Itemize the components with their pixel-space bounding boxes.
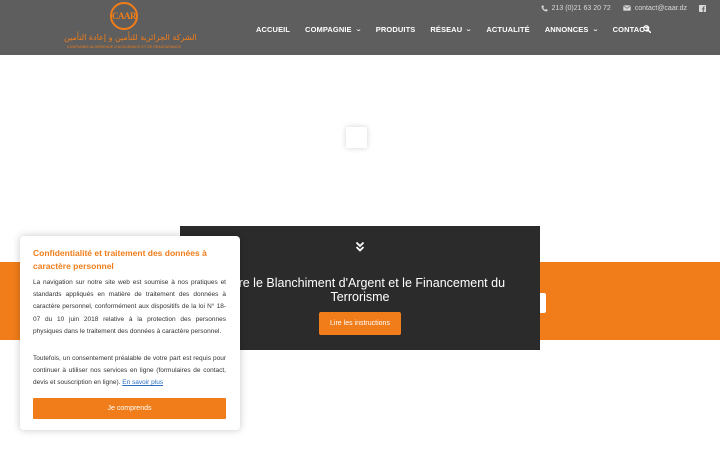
main-nav: ACCUEIL COMPAGNIE ⌄ PRODUITS RÉSEAU ⌄ AC… bbox=[256, 22, 664, 36]
cookie-paragraph-2: Toutefois, un consentement préalable de … bbox=[33, 353, 226, 390]
nav-item-annonces[interactable]: ANNONCES ⌄ bbox=[544, 24, 599, 34]
phone-number: 213 (0)21 63 20 72 bbox=[551, 4, 611, 12]
facebook-link[interactable] bbox=[699, 4, 706, 12]
site-header: CAAR الشركة الجزائرية للتأمين و إعادة ال… bbox=[0, 0, 720, 55]
logo-emblem-text: CAAR bbox=[112, 11, 137, 21]
phone-contact[interactable]: 213 (0)21 63 20 72 bbox=[541, 5, 611, 12]
nav-item-label: COMPAGNIE bbox=[305, 24, 352, 34]
chevron-down-icon: ⌄ bbox=[465, 26, 473, 33]
phone-icon bbox=[541, 5, 548, 11]
cookie-consent-card: Confidentialité et traitement des donnée… bbox=[20, 236, 240, 430]
cookie-paragraph-1: La navigation sur notre site web est sou… bbox=[33, 279, 226, 335]
logo-arabic-name: الشركة الجزائرية للتأمين و إعادة التأمين bbox=[64, 33, 197, 42]
logo-emblem: CAAR bbox=[110, 2, 138, 30]
nav-item-accueil[interactable]: ACCUEIL bbox=[256, 25, 290, 34]
search-icon bbox=[643, 25, 651, 33]
read-instructions-button[interactable]: Lire les instructions bbox=[319, 312, 401, 335]
double-chevron-down-icon[interactable] bbox=[354, 241, 366, 253]
loading-placeholder bbox=[346, 127, 367, 148]
facebook-icon bbox=[699, 4, 706, 12]
nav-item-label: RÉSEAU bbox=[430, 24, 463, 34]
top-contact-bar: 213 (0)21 63 20 72 contact@caar.dz bbox=[541, 2, 706, 14]
email-address: contact@caar.dz bbox=[634, 4, 687, 12]
nav-item-label: ACTUALITÉ bbox=[486, 24, 530, 34]
logo-french-name: COMPAGNIE ALGERIENNE D'ASSURANCE ET DE R… bbox=[66, 45, 182, 49]
nav-item-reseau[interactable]: RÉSEAU ⌄ bbox=[430, 24, 473, 34]
envelope-icon bbox=[622, 5, 631, 11]
accept-cookies-button[interactable]: Je comprends bbox=[33, 398, 226, 419]
nav-item-label: ANNONCES bbox=[544, 24, 589, 34]
learn-more-link[interactable]: En savoir plus bbox=[122, 379, 163, 386]
nav-item-compagnie[interactable]: COMPAGNIE ⌄ bbox=[305, 24, 362, 34]
nav-search-button[interactable] bbox=[643, 22, 655, 36]
nav-item-actualite[interactable]: ACTUALITÉ bbox=[486, 25, 529, 34]
email-contact[interactable]: contact@caar.dz bbox=[622, 4, 687, 12]
nav-item-label: PRODUITS bbox=[375, 24, 416, 34]
site-logo[interactable]: CAAR الشركة الجزائرية للتأمين و إعادة ال… bbox=[64, 2, 197, 52]
banner-input-edge bbox=[540, 293, 546, 313]
chevron-down-icon: ⌄ bbox=[354, 26, 362, 33]
nav-item-produits[interactable]: PRODUITS bbox=[376, 25, 416, 34]
chevron-down-icon: ⌄ bbox=[591, 26, 599, 33]
nav-item-label: ACCUEIL bbox=[256, 24, 291, 34]
cookie-title: Confidentialité et traitement des donnée… bbox=[33, 248, 207, 271]
